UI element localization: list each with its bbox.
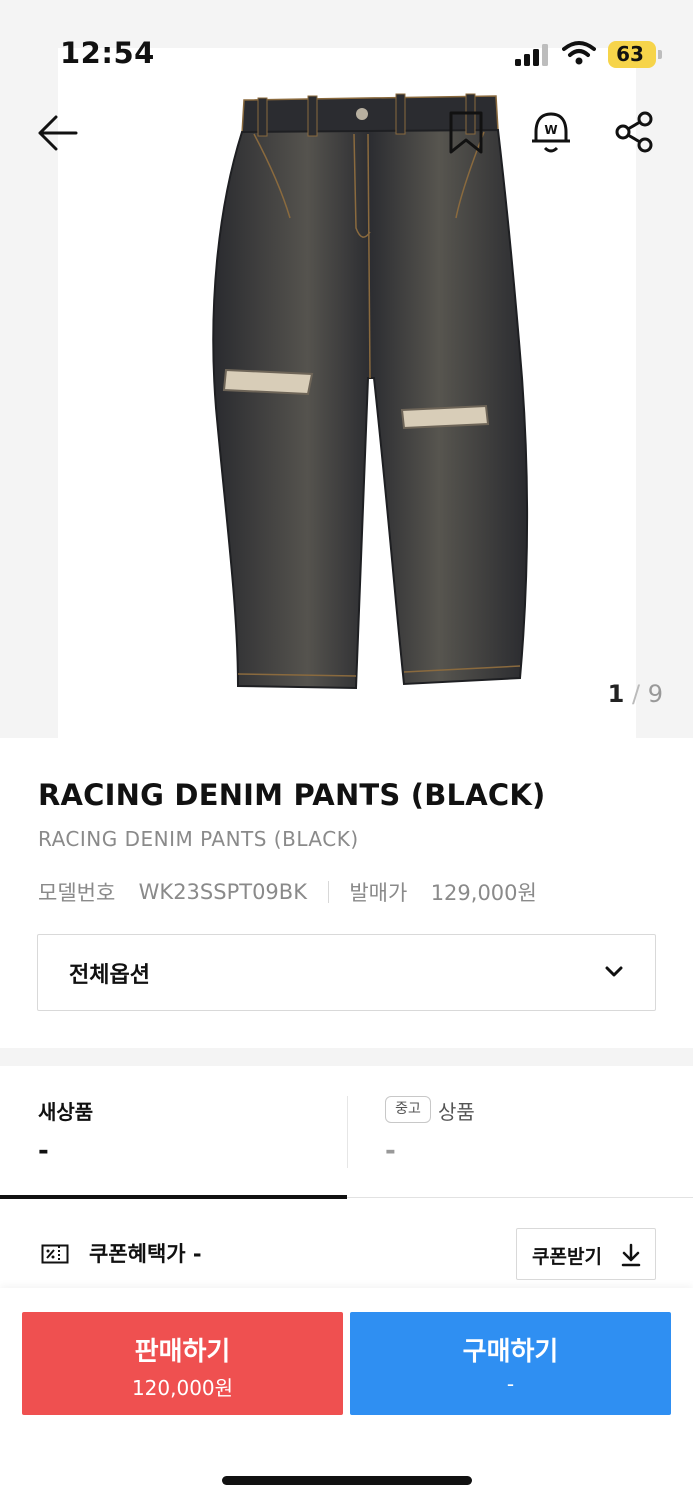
image-counter-current: 1 [607,680,625,708]
tab-new-product[interactable]: 새상품 - [0,1066,346,1198]
battery-icon: 63 [608,41,662,68]
tab-used-product-label: 상품 [438,1100,475,1124]
buy-button-label: 구매하기 [462,1337,559,1367]
chevron-down-icon [605,966,623,977]
tab-active-indicator [0,1195,347,1199]
battery-cap [658,50,662,59]
tab-used-product-price: - [385,1136,396,1166]
image-counter-separator: / [631,680,641,708]
cellular-signal-icon [515,44,548,66]
sell-button-price: 120,000원 [131,1376,234,1400]
product-meta: 모델번호 WK23SSPT09BK 발매가 129,000원 [38,877,537,907]
tab-divider [347,1096,348,1168]
status-bar: 12:54 63 [0,0,693,100]
bottom-action-bar: 판매하기 120,000원 구매하기 - [0,1288,693,1500]
model-number-value: WK23SSPT09BK [138,880,307,904]
used-badge: 중고 [385,1096,431,1123]
option-select-label: 전체옵션 [69,963,150,988]
status-time: 12:54 [60,36,155,70]
product-title: RACING DENIM PANTS (BLACK) [38,778,546,812]
get-coupon-label: 쿠폰받기 [532,1246,602,1268]
bookmark-icon[interactable] [446,110,486,156]
back-arrow-icon[interactable] [34,112,80,154]
product-image-gallery[interactable]: W 1 / 9 [0,0,693,738]
svg-text:W: W [544,123,557,137]
price-alert-bell-icon[interactable]: W [529,108,573,156]
buy-button-price: - [506,1372,515,1396]
product-subtitle: RACING DENIM PANTS (BLACK) [38,827,359,851]
download-icon [621,1243,641,1267]
home-indicator[interactable] [222,1476,472,1485]
option-select[interactable]: 전체옵션 [37,934,656,1011]
battery-level: 63 [616,42,644,66]
tab-new-product-price: - [38,1136,49,1166]
image-counter-total: 9 [647,680,663,708]
release-price-label: 발매가 [349,881,408,905]
coupon-icon [41,1244,69,1264]
tab-baseline [347,1197,693,1198]
share-icon[interactable] [612,110,656,154]
image-counter: 1 / 9 [608,680,663,708]
release-price-value: 129,000원 [430,881,537,905]
section-divider [0,1048,693,1066]
model-number-label: 모델번호 [38,881,116,905]
tab-new-product-label: 새상품 [38,1100,94,1124]
buy-button[interactable]: 구매하기 - [350,1312,671,1415]
wifi-icon [562,41,596,65]
meta-divider [327,881,329,903]
tab-used-product[interactable]: 중고 상품 - [347,1066,693,1198]
coupon-price-text: 쿠폰혜택가 - [89,1242,202,1266]
sell-button[interactable]: 판매하기 120,000원 [22,1312,343,1415]
get-coupon-button[interactable]: 쿠폰받기 [516,1228,656,1280]
sell-button-label: 판매하기 [134,1337,231,1367]
